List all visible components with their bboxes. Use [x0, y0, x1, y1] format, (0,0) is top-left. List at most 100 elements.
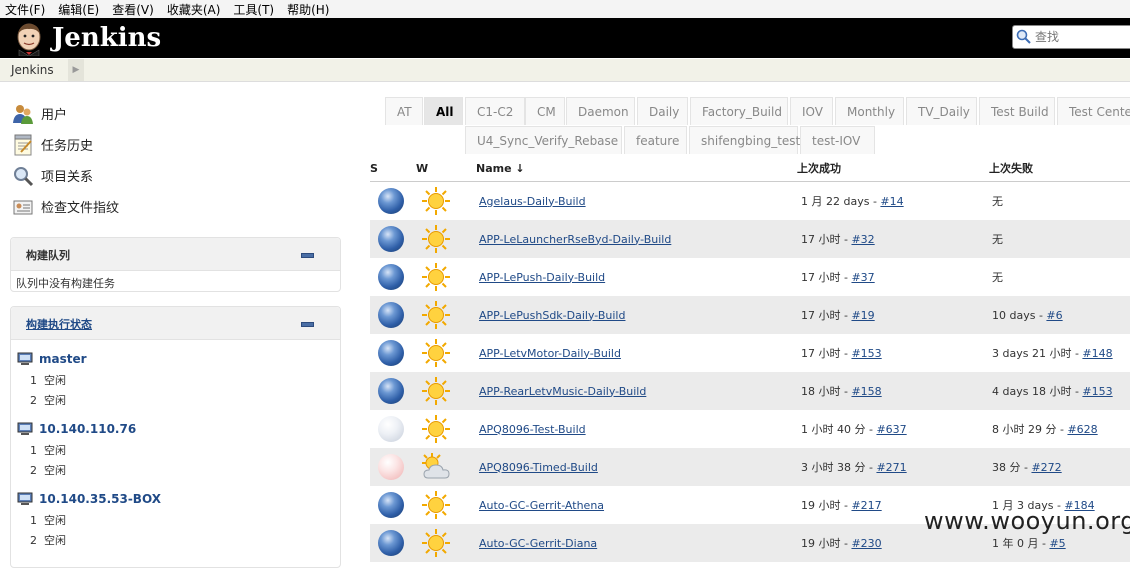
computer-node[interactable]: 10.140.35.53-BOX [11, 488, 340, 510]
tab-cm[interactable]: CM [525, 97, 565, 125]
nav-item-fingerprint[interactable]: 检查文件指纹 [12, 191, 119, 222]
computer-name[interactable]: 10.140.110.76 [39, 422, 136, 436]
last-failure-cell: 无 [989, 182, 1130, 221]
last-failure-text: 无 [992, 195, 1003, 208]
col-name[interactable]: Name ↓ [476, 155, 797, 182]
menu-help[interactable]: 帮助(H) [282, 1, 337, 18]
notepad-icon [12, 134, 34, 156]
job-name-link[interactable]: APQ8096-Timed-Build [479, 461, 598, 474]
tab-monthly[interactable]: Monthly [835, 97, 904, 125]
tab-factory-build[interactable]: Factory_Build [690, 97, 788, 125]
computer-node[interactable]: 10.140.110.76 [11, 418, 340, 440]
last-success-build-link[interactable]: #19 [851, 309, 874, 322]
last-failure-build-link[interactable]: #148 [1082, 347, 1112, 360]
last-success-build-link[interactable]: #153 [851, 347, 881, 360]
status-ball-blue-icon[interactable] [378, 264, 404, 290]
last-success-build-link[interactable]: #637 [876, 423, 906, 436]
job-name-link[interactable]: Auto-GC-Gerrit-Athena [479, 499, 604, 512]
tab-shifengbing-test[interactable]: shifengbing_test [689, 126, 800, 154]
menu-edit[interactable]: 编辑(E) [53, 1, 107, 18]
executor-status: 空闲 [44, 534, 66, 547]
weather-cell [416, 486, 476, 524]
last-success-text: 17 小时 - [801, 347, 852, 360]
breadcrumb-arrow-icon[interactable]: ▶ [68, 59, 84, 81]
collapse-icon[interactable] [301, 253, 314, 258]
status-ball-blue-icon[interactable] [378, 378, 404, 404]
last-success-build-link[interactable]: #230 [851, 537, 881, 550]
tab-daily[interactable]: Daily [637, 97, 688, 125]
status-ball-blue-icon[interactable] [378, 530, 404, 556]
col-last-success[interactable]: 上次成功 [797, 155, 989, 182]
job-name-link[interactable]: APP-LetvMotor-Daily-Build [479, 347, 621, 360]
tab-test-iov[interactable]: test-IOV [800, 126, 875, 154]
jenkins-butler-icon[interactable] [12, 22, 46, 56]
tab-iov[interactable]: IOV [790, 97, 833, 125]
job-name-cell: APP-LePush-Daily-Build [476, 258, 797, 296]
computer-name[interactable]: 10.140.35.53-BOX [39, 492, 161, 506]
magnifier-icon [12, 165, 34, 187]
breadcrumb-jenkins[interactable]: Jenkins [11, 63, 54, 77]
tab-at[interactable]: AT [385, 97, 423, 125]
last-success-build-link[interactable]: #271 [876, 461, 906, 474]
col-last-failure[interactable]: 上次失败 [989, 155, 1130, 182]
collapse-icon[interactable] [301, 322, 314, 327]
last-failure-build-link[interactable]: #6 [1046, 309, 1062, 322]
computer-name[interactable]: master [39, 352, 87, 366]
weather-sunny-icon [422, 415, 450, 443]
job-name-link[interactable]: APP-LePushSdk-Daily-Build [479, 309, 625, 322]
last-success-build-link[interactable]: #37 [851, 271, 874, 284]
status-ball-blue-icon[interactable] [378, 188, 404, 214]
nav-item-build-history[interactable]: 任务历史 [12, 129, 119, 160]
last-success-build-link[interactable]: #158 [851, 385, 881, 398]
tab-tv-daily[interactable]: TV_Daily [906, 97, 977, 125]
job-name-link[interactable]: APP-LePush-Daily-Build [479, 271, 605, 284]
tab-feature[interactable]: feature [624, 126, 687, 154]
nav-item-project-relationship[interactable]: 项目关系 [12, 160, 119, 191]
executor-status-title[interactable]: 构建执行状态 [26, 316, 92, 332]
executor-number: 1 [30, 373, 37, 387]
nav-item-users[interactable]: 用户 [12, 98, 119, 129]
computer-icon [17, 492, 33, 505]
job-name-link[interactable]: Auto-GC-Gerrit-Diana [479, 537, 597, 550]
job-name-link[interactable]: APP-LeLauncherRseByd-Daily-Build [479, 233, 671, 246]
status-ball-blue-icon[interactable] [378, 226, 404, 252]
search-input[interactable] [1033, 28, 1130, 46]
col-status[interactable]: S [370, 155, 416, 182]
tab-daemon[interactable]: Daemon [566, 97, 635, 125]
last-success-build-link[interactable]: #14 [880, 195, 903, 208]
tab-all[interactable]: All [424, 97, 463, 125]
tab-test-build[interactable]: Test Build [979, 97, 1055, 125]
job-name-link[interactable]: APQ8096-Test-Build [479, 423, 586, 436]
last-failure-build-link[interactable]: #628 [1067, 423, 1097, 436]
computer-node[interactable]: master [11, 348, 340, 370]
menu-view[interactable]: 查看(V) [107, 1, 162, 18]
last-success-build-link[interactable]: #217 [851, 499, 881, 512]
status-ball-blue-icon[interactable] [378, 492, 404, 518]
menu-favorites[interactable]: 收藏夹(A) [162, 1, 229, 18]
tab-test-center[interactable]: Test Center [1057, 97, 1130, 125]
col-weather[interactable]: W [416, 155, 476, 182]
search-box[interactable] [1012, 25, 1130, 49]
last-failure-build-link[interactable]: #272 [1031, 461, 1061, 474]
last-success-cell: 17 小时 - #19 [797, 296, 989, 334]
nav-item-label: 项目关系 [41, 170, 94, 185]
status-ball-blue-icon[interactable] [378, 302, 404, 328]
last-failure-text: 无 [992, 233, 1003, 246]
tab-u4-sync-verify-rebase[interactable]: U4_Sync_Verify_Rebase [465, 126, 622, 154]
last-failure-build-link[interactable]: #153 [1082, 385, 1112, 398]
status-ball-grey-icon[interactable] [378, 416, 404, 442]
job-name-link[interactable]: Agelaus-Daily-Build [479, 195, 586, 208]
job-name-link[interactable]: APP-RearLetvMusic-Daily-Build [479, 385, 646, 398]
jenkins-title[interactable]: Jenkins [52, 20, 161, 56]
last-success-build-link[interactable]: #32 [851, 233, 874, 246]
last-failure-text: 3 days 21 小时 - [992, 347, 1083, 360]
last-failure-build-link[interactable]: #5 [1049, 537, 1065, 550]
status-ball-red-icon[interactable] [378, 454, 404, 480]
menu-file[interactable]: 文件(F) [0, 1, 53, 18]
status-cell [370, 486, 416, 524]
status-ball-blue-icon[interactable] [378, 340, 404, 366]
menu-tools[interactable]: 工具(T) [228, 1, 282, 18]
weather-cell [416, 220, 476, 258]
tab-c1-c2[interactable]: C1-C2 [465, 97, 525, 125]
last-failure-cell: 10 days - #6 [989, 296, 1130, 334]
